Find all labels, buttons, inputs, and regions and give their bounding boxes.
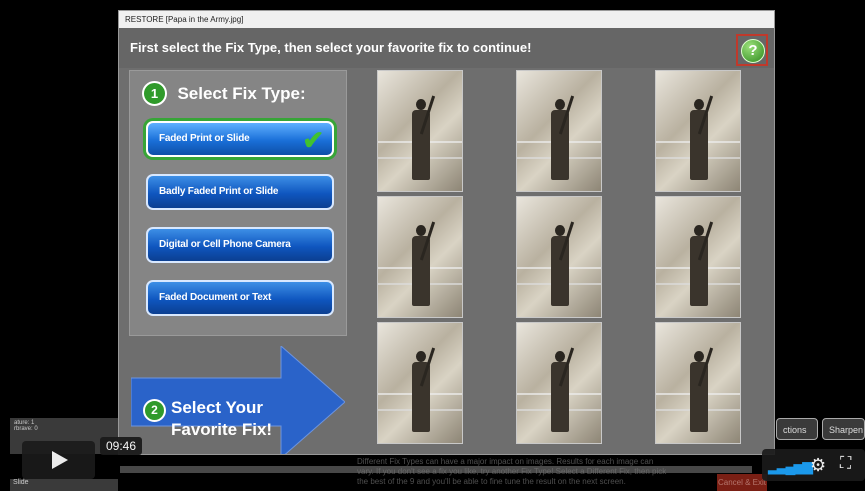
fix-thumbnail[interactable]	[516, 322, 602, 444]
video-frame: RESTORE [Papa in the Army.jpg] First sel…	[0, 0, 865, 491]
step2-heading: 2 Select Your Favorite Fix!	[143, 398, 272, 439]
instruction-header: First select the Fix Type, then select y…	[119, 28, 774, 68]
fix-notice-text: Different Fix Types can have a major imp…	[357, 457, 717, 491]
sharpen-button[interactable]: Sharpen	[822, 418, 865, 440]
volume-icon[interactable]: ▂▃▄▅▆	[768, 458, 813, 475]
step2-number: 2	[143, 399, 166, 422]
soldier-photo-icon	[549, 221, 575, 307]
fix-thumbnail[interactable]	[655, 196, 741, 318]
step1-number: 1	[142, 81, 167, 106]
soldier-photo-icon	[410, 95, 436, 181]
step2-label: Select Your Favorite Fix!	[171, 397, 311, 441]
instructions-button[interactable]: ctions	[776, 418, 818, 440]
fix-type-badly-faded-button[interactable]: Badly Faded Print or Slide	[146, 174, 334, 210]
notice-line3: the best of the 9 and you'll be able to …	[357, 477, 626, 486]
restore-app-window: RESTORE [Papa in the Army.jpg] First sel…	[118, 10, 775, 455]
fix-thumbnail[interactable]	[655, 70, 741, 192]
fix-type-label: Faded Print or Slide	[159, 133, 250, 144]
video-timecode: 09:46	[100, 437, 143, 455]
step1-heading: 1 Select Fix Type:	[142, 81, 306, 106]
step1-label: Select Fix Type:	[177, 83, 306, 103]
fix-thumbnail[interactable]	[377, 322, 463, 444]
soldier-photo-icon	[549, 95, 575, 181]
step2-label-line1: Select Your	[171, 398, 263, 417]
fix-type-faded-document-button[interactable]: Faded Document or Text	[146, 280, 334, 316]
soldier-photo-icon	[549, 347, 575, 433]
soldier-photo-icon	[410, 221, 436, 307]
fix-type-faded-print-button[interactable]: Faded Print or Slide ✔	[146, 121, 334, 157]
fix-type-label: Badly Faded Print or Slide	[159, 186, 279, 197]
fix-thumbnail[interactable]	[377, 70, 463, 192]
soldier-photo-icon	[688, 95, 714, 181]
gear-icon[interactable]: ⚙	[810, 455, 826, 476]
info-line2: rbrave: 0	[14, 426, 38, 432]
fix-thumbnail[interactable]	[655, 322, 741, 444]
soldier-photo-icon	[688, 347, 714, 433]
video-progress-bar[interactable]	[120, 466, 752, 473]
cancel-exit-button[interactable]: Cancel & Exit	[717, 474, 767, 491]
fix-thumbnail[interactable]	[377, 196, 463, 318]
fix-type-panel: 1 Select Fix Type: Faded Print or Slide …	[129, 70, 347, 336]
fix-type-digital-camera-button[interactable]: Digital or Cell Phone Camera	[146, 227, 334, 263]
help-button-highlight[interactable]: ?	[736, 34, 768, 66]
help-icon[interactable]: ?	[741, 39, 765, 63]
play-icon[interactable]	[22, 441, 95, 479]
player-controls: ▂▃▄▅▆ ⚙ ⛶	[762, 449, 865, 481]
fullscreen-icon[interactable]: ⛶	[840, 455, 851, 473]
fix-thumbnail[interactable]	[516, 196, 602, 318]
favorite-fix-grid	[351, 70, 771, 454]
soldier-photo-icon	[688, 221, 714, 307]
slide-label: Slide	[10, 479, 118, 491]
fix-type-label: Faded Document or Text	[159, 292, 272, 303]
checkmark-icon: ✔	[302, 125, 324, 155]
window-title: RESTORE [Papa in the Army.jpg]	[119, 11, 774, 28]
soldier-photo-icon	[410, 347, 436, 433]
fix-thumbnail[interactable]	[516, 70, 602, 192]
step2-label-line2: Favorite Fix!	[171, 420, 273, 439]
fix-type-label: Digital or Cell Phone Camera	[159, 239, 291, 250]
